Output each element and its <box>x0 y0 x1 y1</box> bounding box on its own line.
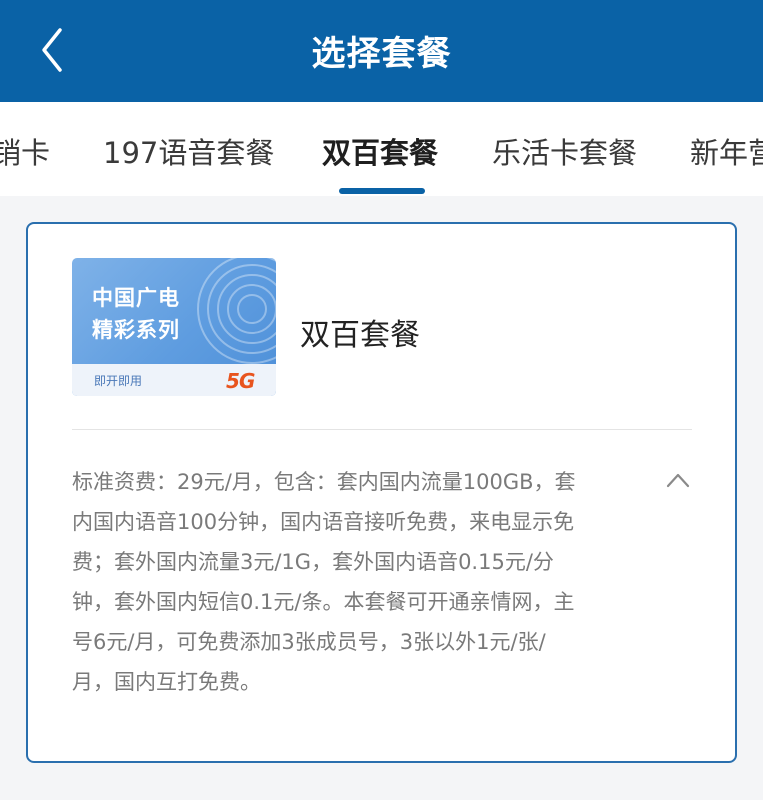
plan-card[interactable]: 中国广电 精彩系列 即开即用 5 G 双百套餐 标准资费：29元/月，包含：套内… <box>26 222 737 763</box>
plan-description-line: 月，国内互打免费。 <box>72 670 261 694</box>
tab-sale-card[interactable]: 销卡 <box>0 130 50 172</box>
app-header: 选择套餐 <box>0 0 763 102</box>
plan-description-line: 号6元/月，可免费添加3张成员号，3张以外1元/张/ <box>72 630 546 654</box>
card-divider <box>72 429 692 430</box>
tab-197-voice-plan[interactable]: 197语音套餐 <box>103 130 274 172</box>
sim-card-image: 中国广电 精彩系列 即开即用 5 G <box>72 258 276 396</box>
plan-name: 双百套餐 <box>300 318 420 353</box>
sim-card-series: 精彩系列 <box>92 318 180 342</box>
plan-description-line: 内国内语音100分钟，国内语音接听免费，来电显示免 <box>72 510 575 534</box>
tab-double-hundred-plan[interactable]: 双百套餐 <box>322 130 438 172</box>
tab-new-year[interactable]: 新年营 <box>690 130 763 172</box>
svg-text:5: 5 <box>226 369 240 393</box>
page-title: 选择套餐 <box>311 34 452 74</box>
tab-lehuo-card-plan[interactable]: 乐活卡套餐 <box>492 130 637 172</box>
plan-description: 标准资费：29元/月，包含：套内国内流量100GB，套 内国内语音100分钟，国… <box>72 462 652 702</box>
active-tab-indicator <box>339 188 425 194</box>
sim-card-footer: 即开即用 5 G <box>72 364 276 396</box>
sim-card-brand: 中国广电 <box>92 286 180 310</box>
5g-logo-icon: 5 G <box>226 369 255 393</box>
sim-card-footer-text: 即开即用 <box>94 374 143 388</box>
plan-description-line: 费；套外国内流量3元/1G，套外国内语音0.15元/分 <box>72 550 554 574</box>
plan-description-line: 钟，套外国内短信0.1元/条。本套餐可开通亲情网，主 <box>72 590 575 614</box>
collapse-description-button[interactable] <box>662 466 694 494</box>
plan-description-line: 标准资费：29元/月，包含：套内国内流量100GB，套 <box>72 470 576 494</box>
svg-text:G: G <box>239 369 255 393</box>
plan-category-tabs: 销卡 197语音套餐 双百套餐 乐活卡套餐 新年营 <box>0 102 763 196</box>
chevron-up-icon <box>666 473 690 488</box>
